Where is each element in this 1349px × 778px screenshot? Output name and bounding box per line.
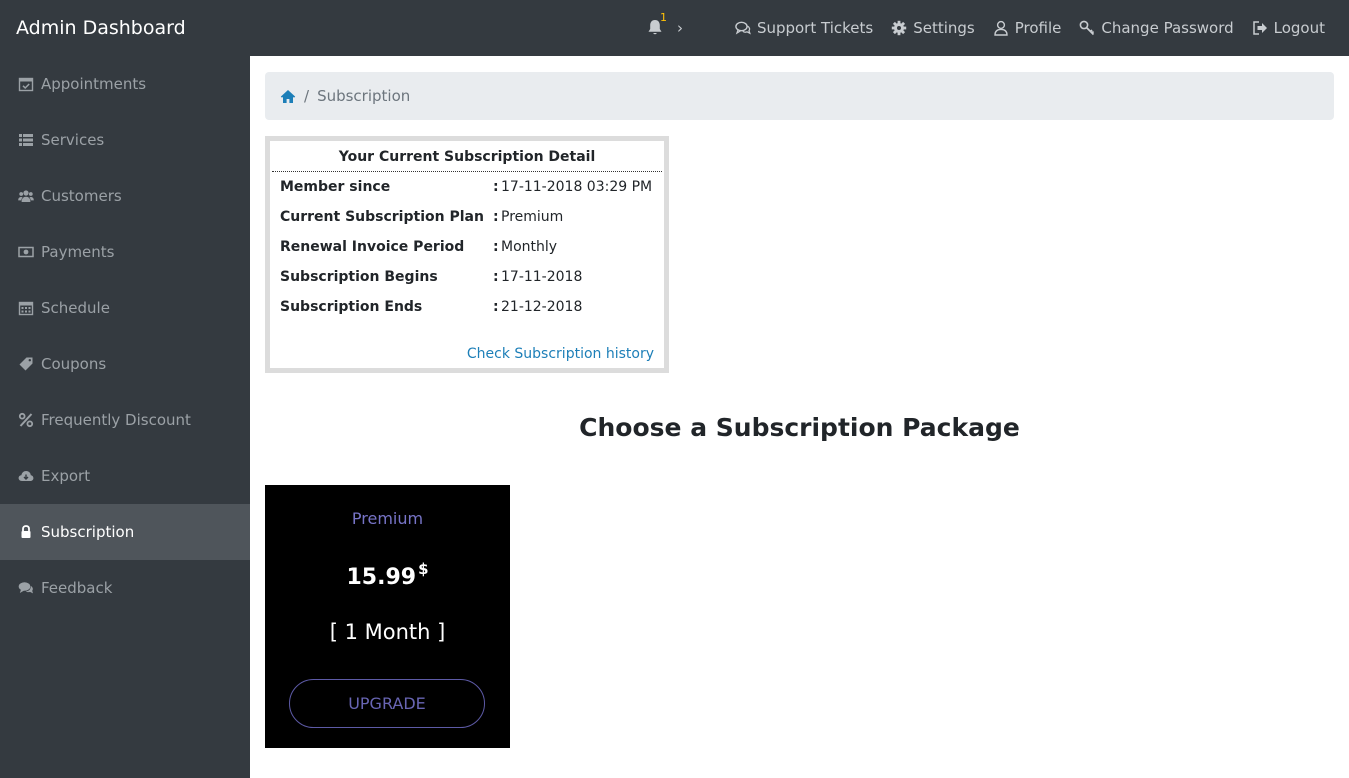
sidebar-item-feedback[interactable]: Feedback (0, 560, 250, 616)
comments-icon (18, 582, 33, 594)
profile-label: Profile (1014, 19, 1062, 37)
sidebar-item-schedule[interactable]: Schedule (0, 280, 250, 336)
package-term: [ 1 Month ] (329, 620, 446, 644)
detail-label: Member since (280, 179, 391, 195)
sidebar-item-coupons[interactable]: Coupons (0, 336, 250, 392)
detail-value: Monthly (501, 239, 558, 255)
support-tickets-label: Support Tickets (756, 19, 874, 37)
sidebar-item-label: Export (41, 467, 91, 485)
key-icon (1079, 20, 1095, 36)
chevron-right-icon: › (676, 19, 683, 37)
calendar-icon (18, 301, 34, 316)
calendar-check-icon (18, 77, 34, 92)
tags-icon (19, 357, 33, 371)
notifications-dropdown[interactable]: 1 › (647, 11, 683, 37)
detail-colon: : (493, 269, 499, 285)
list-icon (19, 134, 33, 146)
lock-icon (21, 525, 31, 538)
sidebar: Appointments Services Customers Payments… (0, 56, 250, 778)
package-card-premium: Premium 15.99 $ [ 1 Month ] UPGRADE (265, 485, 510, 748)
breadcrumb-current: Subscription (317, 87, 411, 105)
settings-link[interactable]: Settings (891, 19, 975, 37)
logout-link[interactable]: Logout (1252, 19, 1325, 37)
package-name: Premium (351, 509, 424, 528)
detail-value: 17-11-2018 (501, 269, 583, 285)
breadcrumb: / Subscription (265, 72, 1334, 120)
support-tickets-link[interactable]: Support Tickets (735, 19, 873, 37)
package-price-amount: 15.99 (346, 565, 417, 590)
detail-row-member-since: Member since : 17-11-2018 03:29 PM (270, 172, 664, 202)
sidebar-item-label: Customers (41, 187, 122, 205)
sidebar-item-services[interactable]: Services (0, 112, 250, 168)
package-price-currency: $ (418, 560, 429, 578)
detail-value: Premium (501, 209, 564, 225)
detail-value: 17-11-2018 03:29 PM (501, 179, 653, 195)
money-icon (18, 246, 34, 258)
sidebar-item-payments[interactable]: Payments (0, 224, 250, 280)
top-nav-links: 1 › Support Tickets Settings Profile Cha… (647, 0, 1325, 56)
subscription-detail-box: Your Current Subscription Detail Member … (265, 136, 669, 373)
sidebar-item-frequently-discount[interactable]: Frequently Discount (0, 392, 250, 448)
cloud-download-icon (18, 471, 34, 481)
detail-colon: : (493, 209, 499, 225)
detail-label: Subscription Ends (280, 299, 423, 315)
detail-label: Subscription Begins (280, 269, 438, 285)
detail-label: Renewal Invoice Period (280, 239, 465, 255)
detail-row-renewal-period: Renewal Invoice Period : Monthly (270, 232, 664, 262)
detail-colon: : (493, 239, 499, 255)
sign-out-icon (1252, 21, 1267, 35)
sidebar-item-label: Services (41, 131, 105, 149)
choose-package-heading: Choose a Subscription Package (579, 413, 1020, 442)
logout-label: Logout (1273, 19, 1325, 37)
notification-count-badge: 1 (659, 11, 667, 24)
sidebar-item-label: Feedback (41, 579, 113, 597)
detail-row-subscription-ends: Subscription Ends : 21-12-2018 (270, 292, 664, 322)
home-icon[interactable] (280, 89, 296, 104)
sidebar-item-label: Subscription (41, 523, 135, 541)
subscription-history-link[interactable]: Check Subscription history (467, 346, 654, 362)
detail-value: 21-12-2018 (501, 299, 583, 315)
sidebar-item-label: Frequently Discount (41, 411, 191, 429)
sidebar-item-export[interactable]: Export (0, 448, 250, 504)
app-title[interactable]: Admin Dashboard (16, 0, 186, 56)
gear-icon (892, 20, 907, 36)
sidebar-item-customers[interactable]: Customers (0, 168, 250, 224)
detail-row-subscription-begins: Subscription Begins : 17-11-2018 (270, 262, 664, 292)
users-icon (18, 190, 34, 202)
change-password-link[interactable]: Change Password (1079, 19, 1234, 37)
breadcrumb-separator: / (304, 87, 310, 105)
sidebar-item-appointments[interactable]: Appointments (0, 56, 250, 112)
sidebar-item-label: Schedule (41, 299, 110, 317)
sidebar-item-label: Coupons (41, 355, 107, 373)
user-icon (994, 20, 1008, 36)
top-navbar: Admin Dashboard 1 › Support Tickets Sett… (0, 0, 1349, 56)
percent-icon (18, 412, 34, 428)
profile-link[interactable]: Profile (993, 19, 1062, 37)
detail-colon: : (493, 179, 499, 195)
package-price: 15.99 $ (265, 560, 510, 590)
sidebar-item-label: Payments (41, 243, 115, 261)
sidebar-item-label: Appointments (41, 75, 147, 93)
comments-icon (735, 21, 751, 35)
subscription-detail-title: Your Current Subscription Detail (272, 141, 662, 172)
change-password-label: Change Password (1101, 19, 1234, 37)
sidebar-item-subscription[interactable]: Subscription (0, 504, 250, 560)
settings-label: Settings (913, 19, 975, 37)
upgrade-button[interactable]: UPGRADE (289, 679, 485, 728)
detail-colon: : (493, 299, 499, 315)
detail-row-current-plan: Current Subscription Plan : Premium (270, 202, 664, 232)
detail-label: Current Subscription Plan (280, 209, 484, 225)
